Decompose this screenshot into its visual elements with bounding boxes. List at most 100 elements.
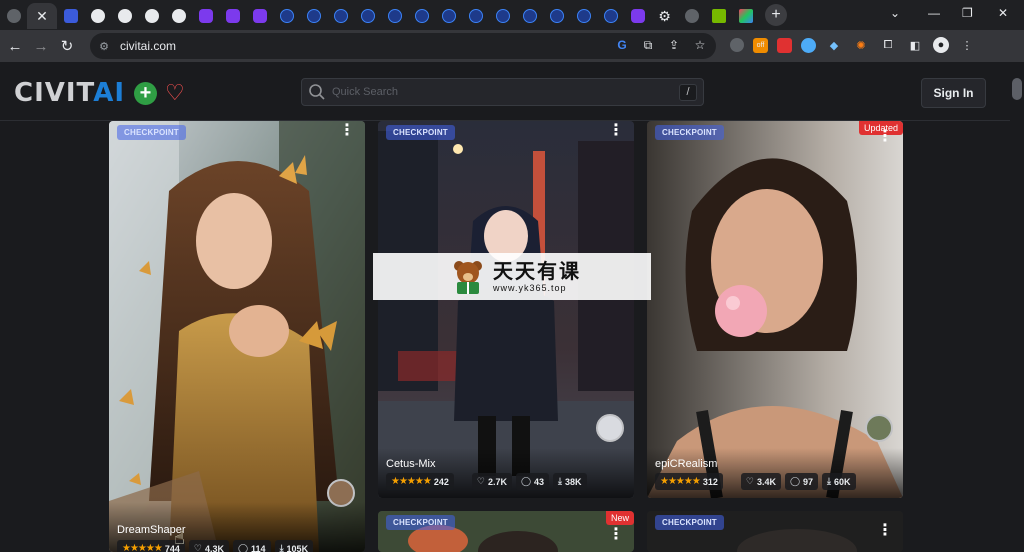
minimize-icon[interactable]: —: [928, 0, 940, 26]
downloads-count: 105K: [286, 543, 309, 552]
card-menu-icon[interactable]: ⋮: [339, 123, 355, 139]
extension-gem-icon[interactable]: ◆: [825, 36, 843, 54]
model-card-partial[interactable]: CHECKPOINT ⋮: [647, 511, 903, 552]
back-icon[interactable]: ←: [2, 33, 28, 59]
browser-tab[interactable]: [354, 3, 381, 29]
creator-avatar[interactable]: [865, 414, 893, 442]
comments-stat: ◯ 97: [784, 473, 819, 490]
tab-search-icon[interactable]: ⌄: [890, 0, 900, 26]
browser-tab[interactable]: [435, 3, 462, 29]
card-menu-icon[interactable]: ⋮: [877, 523, 893, 539]
google-lens-icon[interactable]: G: [614, 37, 630, 53]
browser-tab[interactable]: [489, 3, 516, 29]
browser-menu-icon[interactable]: ⋮: [958, 36, 976, 54]
browser-tab[interactable]: [327, 3, 354, 29]
browser-tab[interactable]: [138, 3, 165, 29]
search-input[interactable]: [332, 86, 662, 98]
browser-tab[interactable]: [246, 3, 273, 29]
search-shortcut-key: /: [679, 84, 697, 101]
browser-tab[interactable]: [462, 3, 489, 29]
c-app-icon: [333, 9, 348, 23]
c-app-icon: [279, 9, 294, 23]
browser-tab[interactable]: [543, 3, 570, 29]
extension-coupon-icon[interactable]: off: [753, 37, 768, 53]
u-app-icon: [225, 9, 240, 23]
comments-count: 97: [803, 476, 814, 487]
extensions-puzzle-icon[interactable]: ⧠: [879, 36, 897, 54]
comments-count: 43: [534, 476, 545, 487]
model-card-dreamshaper[interactable]: CHECKPOINT ⋮ DreamShaper ★★★★★ 744 ♡ 4.3K …: [109, 121, 365, 552]
browser-tab[interactable]: [570, 3, 597, 29]
downloads-count: 60K: [834, 476, 851, 487]
side-panel-icon[interactable]: ◧: [906, 36, 924, 54]
share-icon[interactable]: ⇪: [666, 37, 682, 53]
download-icon: ⤓: [827, 476, 832, 486]
support-heart-icon[interactable]: ♡: [165, 80, 185, 106]
browser-tab[interactable]: [84, 3, 111, 29]
close-tab-icon[interactable]: ✕: [36, 8, 48, 25]
scrollbar-thumb[interactable]: [1012, 78, 1022, 100]
extension-chat-icon[interactable]: [801, 37, 816, 53]
address-bar[interactable]: ⚙ civitai.com G ⧉ ⇪ ☆: [90, 33, 716, 59]
forward-icon[interactable]: →: [28, 33, 54, 59]
civitai-logo[interactable]: CIVITAI: [14, 78, 125, 108]
scrollbar-track[interactable]: [1010, 62, 1024, 552]
card-menu-icon[interactable]: ⋮: [877, 129, 893, 145]
model-card-epicrealism[interactable]: Updated CHECKPOINT ⋮ epiCRealism ★★★★★ 31…: [647, 121, 903, 498]
browser-tab[interactable]: [408, 3, 435, 29]
browser-tab[interactable]: [516, 3, 543, 29]
extension-globe-icon[interactable]: [730, 38, 744, 52]
browser-tab[interactable]: ⚙: [651, 3, 678, 29]
browser-tab[interactable]: [300, 3, 327, 29]
browser-tab[interactable]: [705, 3, 732, 29]
browser-tab[interactable]: [732, 3, 759, 29]
close-window-icon[interactable]: ✕: [998, 0, 1008, 26]
browser-tab[interactable]: [624, 3, 651, 29]
create-plus-button[interactable]: +: [134, 82, 157, 105]
reload-icon[interactable]: ↻: [54, 33, 80, 59]
card-menu-icon[interactable]: ⋮: [608, 527, 624, 543]
c-app-icon: [603, 9, 618, 23]
model-card-cetus-mix[interactable]: CHECKPOINT ⋮ Cetus-Mix ★★★★★ 242 ♡ 2.7K ◯ 4…: [378, 121, 634, 498]
github-icon: [144, 9, 159, 23]
browser-tab[interactable]: [381, 3, 408, 29]
browser-tab[interactable]: [678, 3, 705, 29]
model-type-badge: CHECKPOINT: [655, 125, 724, 140]
restore-icon[interactable]: ❐: [962, 0, 973, 26]
browser-tab[interactable]: [192, 3, 219, 29]
browser-tab[interactable]: [57, 3, 84, 29]
browser-tab[interactable]: [111, 3, 138, 29]
site-header: CIVITAI + ♡ / Sign In: [0, 62, 1024, 121]
heart-icon: ♡: [193, 543, 202, 552]
card-menu-icon[interactable]: ⋮: [608, 123, 624, 139]
new-tab-button[interactable]: +: [765, 4, 787, 26]
profile-avatar-icon[interactable]: ●: [933, 37, 949, 53]
install-app-icon[interactable]: ⧉: [640, 37, 656, 53]
extension-cookie-icon[interactable]: ✺: [852, 36, 870, 54]
search-icon: [309, 84, 325, 100]
browser-tab[interactable]: [273, 3, 300, 29]
search-bar[interactable]: /: [301, 78, 704, 106]
sign-in-button[interactable]: Sign In: [921, 78, 986, 108]
u-app-icon: [252, 9, 267, 23]
model-type-badge: CHECKPOINT: [117, 125, 186, 140]
model-card-partial[interactable]: New CHECKPOINT ⋮: [378, 511, 634, 552]
logo-text: CIVIT: [14, 78, 94, 108]
bear-reading-logo: [454, 260, 482, 294]
browser-tab[interactable]: [0, 3, 27, 29]
creator-avatar[interactable]: [596, 414, 624, 442]
gear-icon: ⚙: [658, 7, 671, 24]
model-title: Cetus-Mix: [386, 458, 436, 470]
browser-tab[interactable]: [597, 3, 624, 29]
browser-tab-active[interactable]: ✕: [27, 3, 57, 29]
model-type-badge: CHECKPOINT: [655, 515, 724, 530]
watermark-title: 天天有课: [493, 260, 581, 283]
extension-record-icon[interactable]: [777, 37, 792, 53]
browser-tab[interactable]: [219, 3, 246, 29]
hand-cursor-icon: ☝: [174, 528, 185, 548]
comments-stat: ◯ 114: [232, 540, 271, 552]
site-info-icon[interactable]: ⚙: [96, 38, 112, 54]
bookmark-star-icon[interactable]: ☆: [692, 37, 708, 53]
browser-tab[interactable]: [165, 3, 192, 29]
new-ribbon: New: [605, 511, 634, 525]
